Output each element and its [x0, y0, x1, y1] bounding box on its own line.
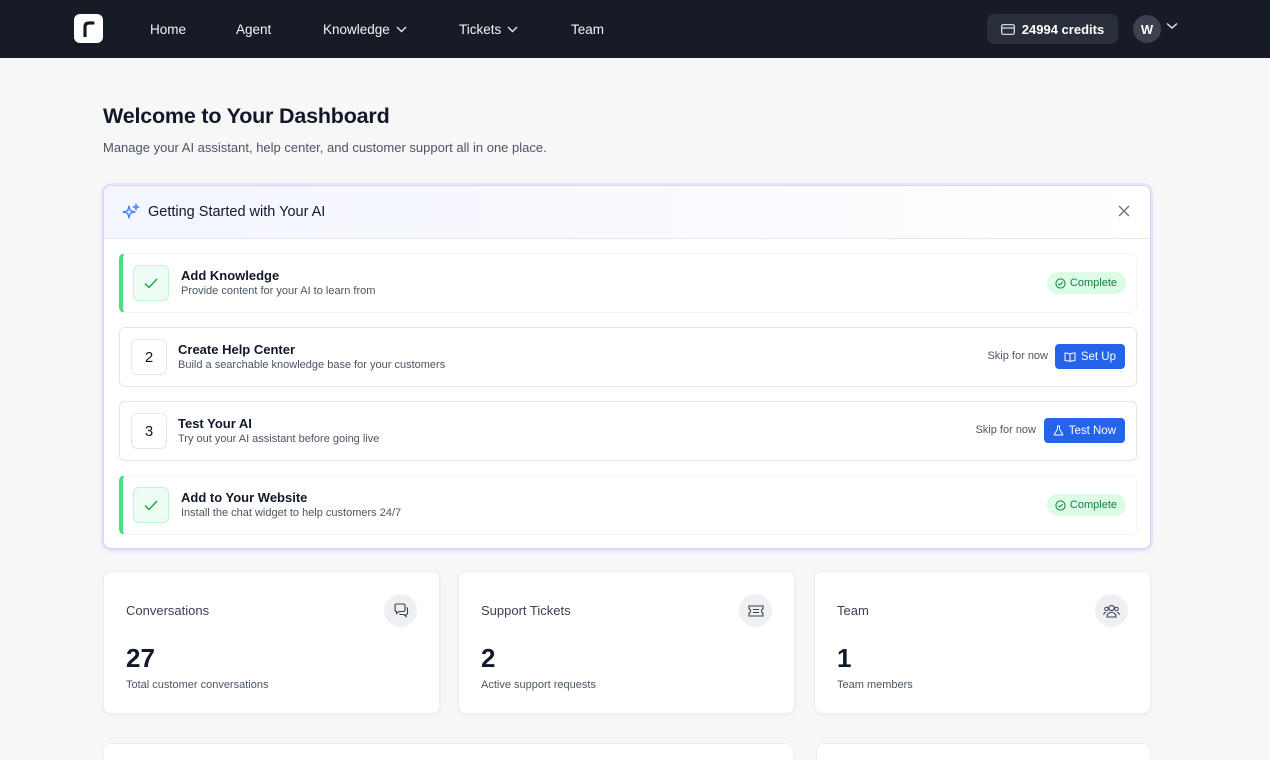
stat-description: Active support requests: [481, 679, 596, 691]
check-icon: [144, 500, 158, 511]
chevron-down-icon[interactable]: [1166, 22, 1178, 30]
step-title: Add Knowledge: [181, 268, 280, 283]
getting-started-card: Getting Started with Your AI Add Knowled…: [103, 185, 1151, 549]
nav-agent[interactable]: Agent: [236, 20, 271, 38]
step-description: Provide content for your AI to learn fro…: [181, 285, 376, 297]
logo-glyph-icon: [82, 20, 95, 37]
app-logo[interactable]: [74, 14, 103, 43]
nav-tickets[interactable]: Tickets: [459, 20, 518, 38]
complete-badge: Complete: [1046, 272, 1126, 294]
skip-for-now-link[interactable]: Skip for now: [975, 424, 1036, 436]
nav-home[interactable]: Home: [150, 20, 186, 38]
step-description: Build a searchable knowledge base for yo…: [178, 359, 446, 371]
top-navbar: Home Agent Knowledge Tickets Team 24994 …: [0, 0, 1270, 58]
stat-description: Total customer conversations: [126, 679, 269, 691]
stat-value: 27: [126, 643, 155, 673]
ticket-icon: [739, 594, 772, 627]
getting-started-title: Getting Started with Your AI: [148, 204, 326, 220]
user-avatar[interactable]: W: [1133, 15, 1161, 43]
set-up-button[interactable]: Set Up: [1054, 344, 1125, 369]
check-circle-icon: [1055, 277, 1066, 289]
stat-card-support-tickets[interactable]: Support Tickets 2 Active support request…: [458, 571, 795, 714]
page-subtitle: Manage your AI assistant, help center, a…: [103, 140, 547, 155]
check-icon: [144, 278, 158, 289]
chevron-down-icon: [396, 26, 407, 32]
complete-label: Complete: [1069, 499, 1117, 511]
set-up-label: Set Up: [1080, 350, 1116, 363]
stat-description: Team members: [837, 679, 913, 691]
stat-label: Conversations: [126, 603, 210, 618]
skip-for-now-link[interactable]: Skip for now: [987, 350, 1048, 362]
stat-label: Team: [837, 603, 869, 618]
chevron-down-icon: [507, 26, 518, 32]
step-description: Install the chat widget to help customer…: [181, 507, 402, 519]
nav-tickets-label: Tickets: [459, 21, 502, 37]
credits-badge[interactable]: 24994 credits: [987, 14, 1118, 44]
step-description: Try out your AI assistant before going l…: [178, 433, 380, 445]
stat-card-conversations[interactable]: Conversations 27 Total customer conversa…: [103, 571, 440, 714]
flask-icon: [1053, 425, 1064, 436]
step-title: Test Your AI: [178, 416, 252, 431]
step-check-badge: [133, 265, 169, 301]
nav-team-label: Team: [571, 21, 605, 37]
close-icon[interactable]: [1118, 205, 1130, 217]
page-title: Welcome to Your Dashboard: [103, 104, 390, 128]
users-icon: [1095, 594, 1128, 627]
chat-bubbles-icon: [384, 594, 417, 627]
credits-text: 24994 credits: [1021, 21, 1105, 37]
credit-card-icon: [1000, 23, 1015, 35]
step-title: Create Help Center: [178, 342, 296, 357]
nav-team[interactable]: Team: [571, 20, 604, 38]
step-test-your-ai: 3 Test Your AI Try out your AI assistant…: [119, 401, 1137, 461]
sparkles-icon: [122, 203, 140, 219]
test-now-button[interactable]: Test Now: [1043, 418, 1125, 443]
check-circle-icon: [1055, 499, 1066, 511]
test-now-label: Test Now: [1068, 424, 1116, 437]
avatar-initial: W: [1140, 21, 1154, 37]
stat-card-team[interactable]: Team 1 Team members: [814, 571, 1151, 714]
step-create-help-center: 2 Create Help Center Build a searchable …: [119, 327, 1137, 387]
book-open-icon: [1064, 351, 1076, 362]
step-check-badge: [133, 487, 169, 523]
getting-started-header: Getting Started with Your AI: [104, 186, 1150, 239]
nav-knowledge[interactable]: Knowledge: [323, 20, 407, 38]
nav-home-label: Home: [150, 21, 187, 37]
complete-label: Complete: [1069, 277, 1117, 289]
step-title: Add to Your Website: [181, 490, 308, 505]
step-add-to-website: Add to Your Website Install the chat wid…: [119, 475, 1137, 535]
complete-badge: Complete: [1046, 494, 1126, 516]
nav-knowledge-label: Knowledge: [323, 21, 390, 37]
step-number-badge: 3: [131, 413, 167, 449]
stat-label: Support Tickets: [481, 603, 571, 618]
bottom-card-left: [103, 743, 794, 760]
stat-value: 2: [481, 643, 496, 673]
nav-agent-label: Agent: [236, 21, 272, 37]
step-number-badge: 2: [131, 339, 167, 375]
stat-value: 1: [837, 643, 852, 673]
step-add-knowledge: Add Knowledge Provide content for your A…: [119, 253, 1137, 313]
bottom-card-right: [816, 743, 1151, 760]
